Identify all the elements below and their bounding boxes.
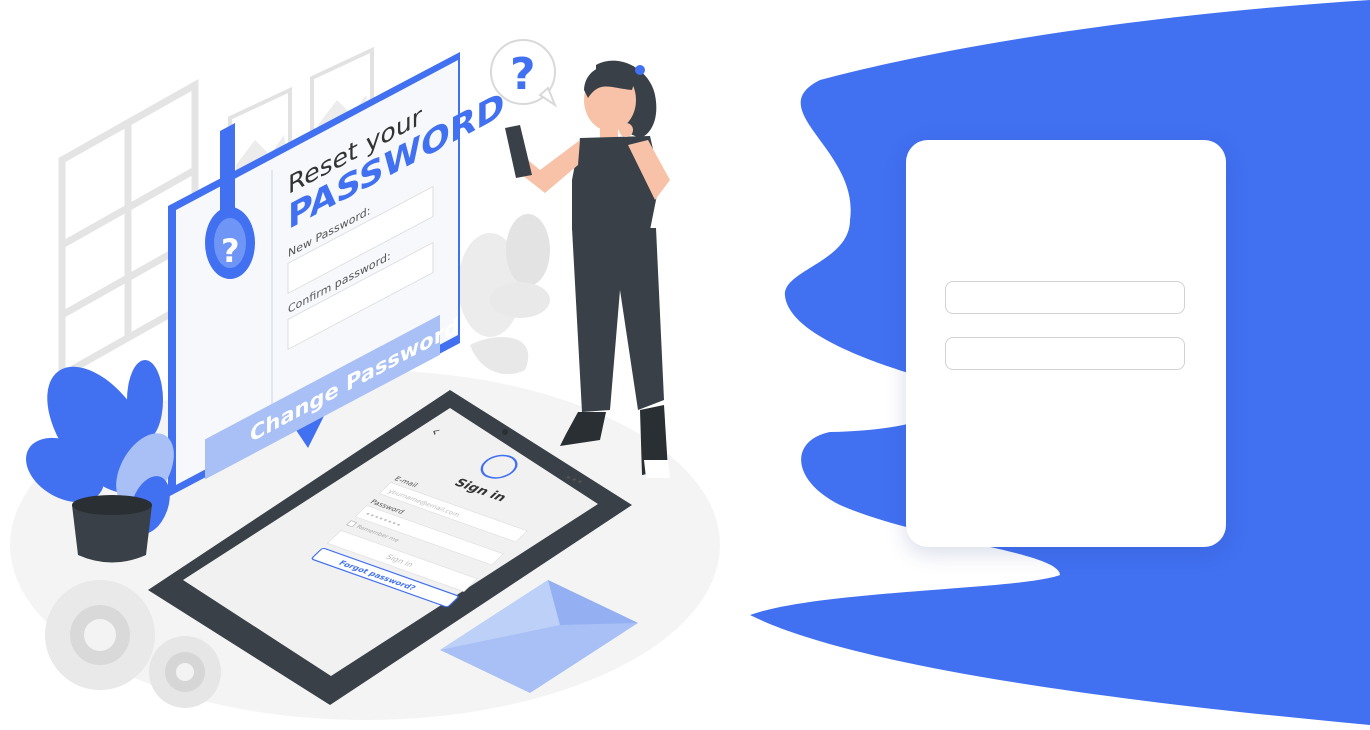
form-card xyxy=(906,140,1226,547)
form-input-2[interactable] xyxy=(945,337,1185,370)
thinking-bubble: ? xyxy=(490,39,558,108)
form-input-1[interactable] xyxy=(945,281,1185,314)
background-plant xyxy=(458,214,550,375)
key-question-text: ? xyxy=(221,232,240,270)
thinking-question-mark: ? xyxy=(510,49,536,100)
reset-password-illustration: ? Reset your PASSWORD New Password: Conf… xyxy=(10,39,720,720)
